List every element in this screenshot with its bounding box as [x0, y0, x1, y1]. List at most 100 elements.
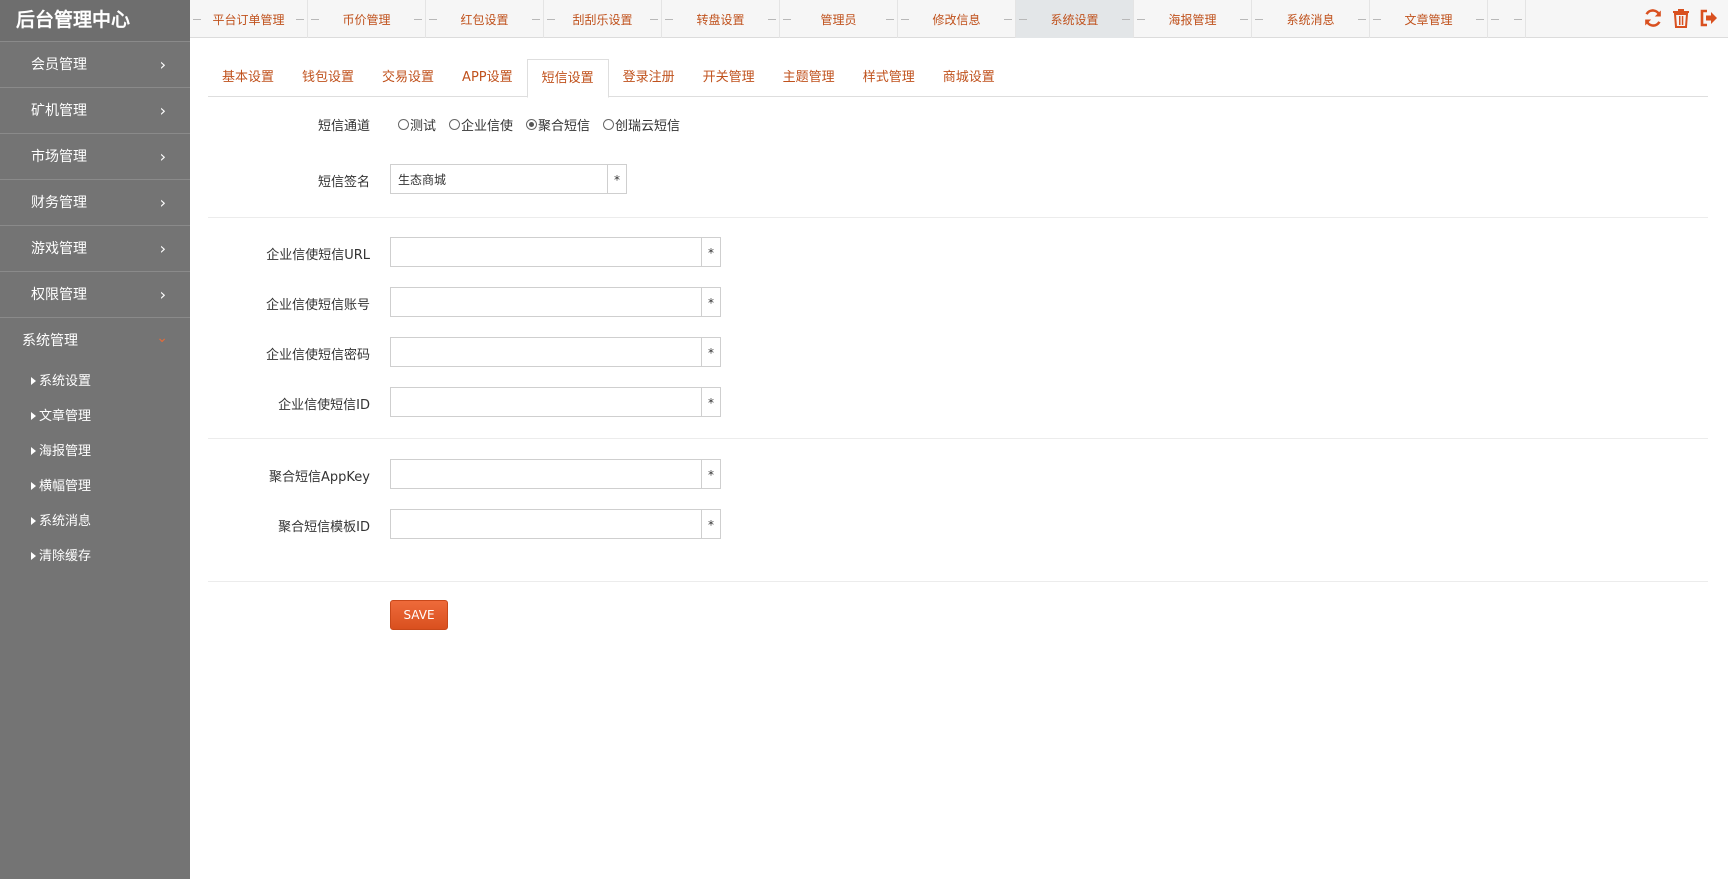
top-tab[interactable]: 海报管理	[1134, 0, 1252, 38]
sidebar-subitem-label: 系统消息	[39, 514, 92, 529]
sidebar-subitem-label: 横幅管理	[39, 479, 92, 494]
chevron-right-icon: ›	[159, 101, 166, 120]
top-tab-label: 系统消息	[1286, 13, 1335, 27]
sms-channel-radio[interactable]: 聚合短信	[526, 115, 590, 134]
field-label: 企业信使短信ID	[278, 398, 370, 413]
radio-label: 聚合短信	[538, 119, 591, 134]
qyxs-id-input-group: *	[390, 387, 721, 417]
signature-input[interactable]	[391, 165, 607, 193]
qyxs-password-input[interactable]	[391, 338, 701, 366]
required-marker: *	[701, 460, 720, 488]
tab-close-icon[interactable]	[1004, 19, 1012, 20]
juhe-template-input[interactable]	[391, 510, 701, 538]
sms-channel-radio[interactable]: 测试	[398, 115, 436, 134]
tab-left-mark	[901, 19, 909, 20]
top-tab[interactable]: 转盘设置	[662, 0, 780, 38]
sidebar-item[interactable]: 权限管理 ›	[0, 272, 190, 318]
caret-right-icon	[31, 482, 36, 490]
sidebar: 后台管理中心 会员管理 › 矿机管理 › 市场管理 › 财务管理 › 游戏管理 › 权限管理 › 系统…	[0, 0, 190, 879]
tab-close-icon[interactable]	[1358, 19, 1366, 20]
settings-tab[interactable]: APP设置	[448, 59, 527, 97]
form-row-juhe-appkey: 聚合短信AppKey *	[208, 459, 1708, 489]
juhe-appkey-input[interactable]	[391, 460, 701, 488]
tab-close-icon[interactable]	[1476, 19, 1484, 20]
refresh-icon[interactable]	[1642, 6, 1664, 30]
required-marker: *	[607, 165, 626, 193]
sidebar-subitem[interactable]: 文章管理	[0, 399, 190, 434]
top-tab[interactable]: 管理员	[780, 0, 898, 38]
sms-settings-form: 短信通道 测试企业信使聚合短信创瑞云短信 短信签名 * 企业信使短信URL * …	[208, 97, 1708, 657]
sidebar-item[interactable]: 财务管理 ›	[0, 180, 190, 226]
sidebar-subitem[interactable]: 系统设置	[0, 364, 190, 399]
trash-icon[interactable]	[1670, 6, 1692, 30]
sidebar-item-system-management[interactable]: 系统管理 ⌄	[0, 318, 190, 364]
sidebar-item-label: 矿机管理	[31, 103, 87, 119]
sidebar-subitem[interactable]: 清除缓存	[0, 539, 190, 574]
form-row-qyxs-id: 企业信使短信ID *	[208, 387, 1708, 417]
tab-close-icon[interactable]	[1240, 19, 1248, 20]
top-tab-label: 管理员	[820, 13, 857, 27]
settings-tab[interactable]: 商城设置	[929, 59, 1009, 97]
top-tab[interactable]: 文章管理	[1370, 0, 1488, 38]
logout-icon[interactable]	[1698, 6, 1720, 30]
field-label: 短信签名	[317, 175, 370, 190]
tab-close-icon[interactable]	[886, 19, 894, 20]
settings-tab[interactable]: 短信设置	[526, 59, 609, 98]
radio-circle-icon[interactable]	[449, 119, 461, 130]
sms-channel-radio[interactable]: 创瑞云短信	[603, 115, 680, 134]
radio-circle-icon[interactable]	[603, 119, 615, 130]
radio-circle-icon[interactable]	[526, 119, 538, 130]
top-tab[interactable]: 刮刮乐设置	[544, 0, 662, 38]
caret-right-icon	[31, 377, 36, 385]
top-tab[interactable]: 系统消息	[1252, 0, 1370, 38]
qyxs-url-input-group: *	[390, 237, 721, 267]
tab-close-icon[interactable]	[650, 19, 658, 20]
sidebar-item-label: 财务管理	[31, 195, 87, 211]
field-label: 短信通道	[317, 119, 370, 134]
top-tab-label: 红包设置	[460, 13, 509, 27]
chevron-right-icon: ›	[159, 55, 166, 74]
top-tab-label: 刮刮乐设置	[572, 13, 633, 27]
sidebar-item[interactable]: 会员管理 ›	[0, 42, 190, 88]
settings-tab[interactable]: 主题管理	[769, 59, 849, 97]
qyxs-url-input[interactable]	[391, 238, 701, 266]
sms-channel-radio[interactable]: 企业信使	[449, 115, 513, 134]
save-button[interactable]: SAVE	[390, 600, 448, 630]
settings-tab[interactable]: 交易设置	[368, 59, 448, 97]
radio-circle-icon[interactable]	[398, 119, 409, 130]
sidebar-subitem[interactable]: 系统消息	[0, 504, 190, 539]
sidebar-subitem[interactable]: 横幅管理	[0, 469, 190, 504]
brand-title: 后台管理中心	[0, 0, 190, 42]
settings-tab[interactable]: 钱包设置	[288, 59, 368, 97]
qyxs-id-input[interactable]	[391, 388, 701, 416]
tab-close-icon[interactable]	[1122, 19, 1130, 20]
top-tab-label: 修改信息	[932, 13, 981, 27]
tab-close-icon[interactable]	[768, 19, 776, 20]
settings-tab[interactable]: 样式管理	[849, 59, 929, 97]
top-tab[interactable]: 修改信息	[898, 0, 1016, 38]
form-row-juhe-template: 聚合短信模板ID *	[208, 509, 1708, 539]
sidebar-item[interactable]: 市场管理 ›	[0, 134, 190, 180]
tab-left-mark	[311, 19, 319, 20]
field-label: 聚合短信AppKey	[269, 470, 370, 485]
top-tab[interactable]: 系统设置	[1016, 0, 1134, 38]
qyxs-account-input[interactable]	[391, 288, 701, 316]
sidebar-item[interactable]: 游戏管理 ›	[0, 226, 190, 272]
top-tab[interactable]: 红包设置	[426, 0, 544, 38]
caret-right-icon	[31, 412, 36, 420]
qyxs-account-input-group: *	[390, 287, 721, 317]
sidebar-item[interactable]: 矿机管理 ›	[0, 88, 190, 134]
settings-tab[interactable]: 开关管理	[689, 59, 769, 97]
radio-label: 创瑞云短信	[615, 119, 681, 134]
sidebar-subitem[interactable]: 海报管理	[0, 434, 190, 469]
settings-tab[interactable]: 登录注册	[609, 59, 689, 97]
tab-close-icon[interactable]	[414, 19, 422, 20]
tab-close-icon[interactable]	[532, 19, 540, 20]
field-label: 企业信使短信密码	[265, 348, 370, 363]
tab-close-icon[interactable]	[296, 19, 304, 20]
top-tab[interactable]: 平台订单管理	[190, 0, 308, 38]
top-tab[interactable]: 币价管理	[308, 0, 426, 38]
settings-tab[interactable]: 基本设置	[208, 59, 288, 97]
top-tab-label: 平台订单管理	[212, 13, 285, 27]
required-marker: *	[701, 338, 720, 366]
